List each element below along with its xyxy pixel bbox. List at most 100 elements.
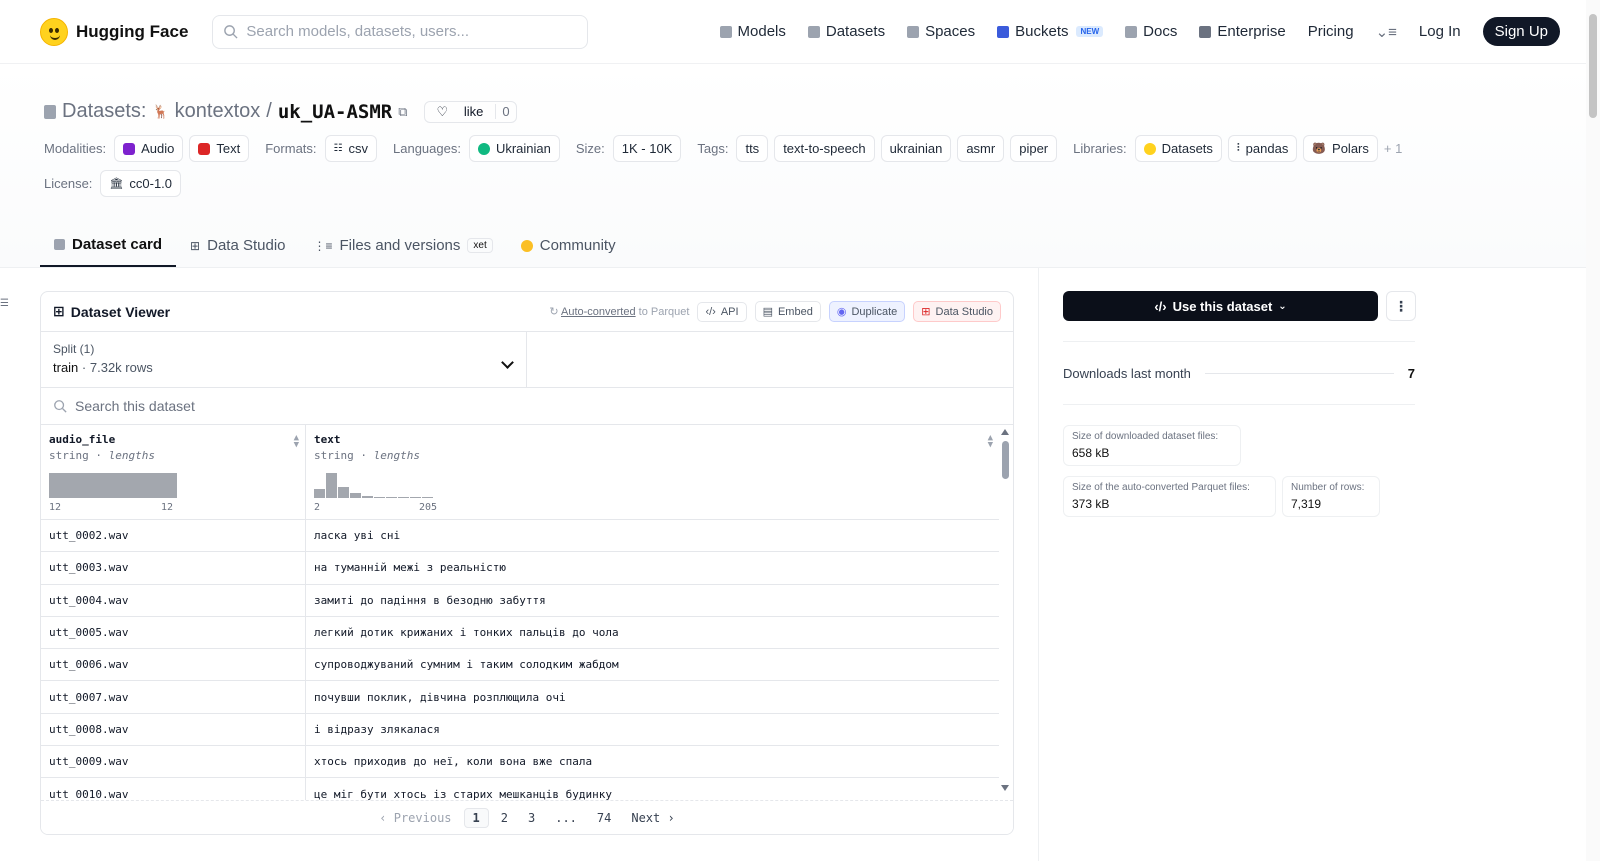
next-page-button[interactable]: Next › bbox=[623, 809, 682, 827]
histogram-bar[interactable] bbox=[398, 497, 409, 498]
license-chip[interactable]: 🏛 cc0-1.0 bbox=[100, 170, 182, 197]
cell-text[interactable]: хтось приходив до неї, коли вона вже спа… bbox=[306, 746, 999, 777]
nav-enterprise[interactable]: Enterprise bbox=[1199, 23, 1286, 40]
tag-chip[interactable]: piper bbox=[1010, 135, 1058, 162]
cell-text[interactable]: легкий дотик крижаних і тонких пальців д… bbox=[306, 617, 999, 648]
table-row[interactable]: utt_0008.wav і відразу злякалася bbox=[41, 713, 999, 747]
tab-files-and-versions[interactable]: ⋮≡ Files and versions xet bbox=[300, 226, 507, 267]
split-select[interactable]: Split (1) train · 7.32k rows bbox=[41, 332, 527, 387]
cell-audio-file[interactable]: utt_0009.wav bbox=[41, 746, 306, 778]
library-datasets-chip[interactable]: Datasets bbox=[1134, 135, 1222, 162]
table-scrollbar[interactable] bbox=[1001, 429, 1010, 791]
format-csv-chip[interactable]: ☷ csv bbox=[324, 135, 377, 162]
copy-icon[interactable]: ⧉ bbox=[398, 104, 407, 120]
table-row[interactable]: utt_0007.wav почувши поклик, дівчина розп… bbox=[41, 681, 999, 714]
library-pandas-chip[interactable]: ⫶ pandas bbox=[1227, 135, 1298, 162]
page-1-button[interactable]: 1 bbox=[463, 807, 489, 828]
table-row[interactable]: utt_0003.wav на туманній межі з реальніст… bbox=[41, 552, 999, 585]
more-menu-icon[interactable]: ⌄≡ bbox=[1376, 23, 1397, 41]
datasets-icon bbox=[807, 25, 820, 38]
nav-spaces[interactable]: Spaces bbox=[907, 23, 975, 40]
histogram-bar[interactable] bbox=[314, 489, 325, 498]
page-scroll-thumb[interactable] bbox=[1589, 14, 1597, 118]
previous-page-button[interactable]: ‹ Previous bbox=[371, 809, 459, 827]
column-text[interactable]: text string · lengths ▲ ▼ 2 205 bbox=[306, 425, 999, 519]
datasets-prefix[interactable]: Datasets: bbox=[62, 100, 146, 123]
cell-audio-file[interactable]: utt_0003.wav bbox=[41, 552, 306, 584]
table-row[interactable]: utt_0005.wav легкий дотик крижаних і тонк… bbox=[41, 616, 999, 650]
histogram-bar[interactable] bbox=[326, 473, 337, 498]
split-label: Split (1) bbox=[53, 342, 95, 356]
cell-text[interactable]: на туманній межі з реальністю bbox=[306, 552, 999, 583]
page-scrollbar[interactable] bbox=[1586, 0, 1600, 861]
histogram-bar[interactable] bbox=[374, 497, 385, 498]
nav-buckets[interactable]: Buckets NEW bbox=[997, 23, 1104, 40]
api-button[interactable]: ‹/› API bbox=[697, 301, 747, 322]
scroll-thumb[interactable] bbox=[1002, 441, 1009, 479]
sort-icon[interactable]: ▲ ▼ bbox=[988, 434, 993, 450]
signup-button[interactable]: Sign Up bbox=[1482, 17, 1560, 46]
histogram-bar[interactable] bbox=[362, 496, 373, 498]
embed-button[interactable]: ▤ Embed bbox=[754, 301, 821, 322]
brand-logo[interactable]: Hugging Face bbox=[40, 17, 188, 46]
histogram-bar[interactable] bbox=[410, 497, 421, 498]
auto-converted-link[interactable]: ↻ Auto-converted to Parquet bbox=[549, 305, 689, 318]
cell-text[interactable]: супроводжуваний сумним і таким солодким … bbox=[306, 649, 999, 680]
histogram-bar[interactable] bbox=[350, 493, 361, 498]
tag-chip[interactable]: text-to-speech bbox=[774, 135, 875, 162]
cell-text[interactable]: замиті до падіння в безодню забуття bbox=[306, 585, 999, 616]
table-row[interactable]: utt_0002.wav ласка уві сні bbox=[41, 520, 999, 553]
page-74-button[interactable]: 74 bbox=[589, 809, 619, 827]
histogram-bar[interactable] bbox=[49, 473, 177, 498]
library-polars-chip[interactable]: 🐻 Polars bbox=[1303, 135, 1378, 162]
data-studio-button[interactable]: ⊞ Data Studio bbox=[913, 301, 1001, 322]
cell-audio-file[interactable]: utt_0006.wav bbox=[41, 649, 306, 681]
nav-docs[interactable]: Docs bbox=[1125, 23, 1177, 40]
modality-audio-chip[interactable]: Audio bbox=[114, 135, 184, 162]
toc-toggle-icon[interactable]: ☰ bbox=[0, 298, 9, 309]
size-chip[interactable]: 1K - 10K bbox=[612, 135, 682, 162]
dataset-name[interactable]: uk_UA-ASMR bbox=[278, 101, 392, 123]
page-2-button[interactable]: 2 bbox=[493, 809, 516, 827]
table-row[interactable]: utt_0009.wav хтось приходив до неї, коли … bbox=[41, 746, 999, 779]
sort-icon[interactable]: ▲ ▼ bbox=[294, 434, 299, 450]
tag-chip[interactable]: tts bbox=[736, 135, 769, 162]
tab-dataset-card[interactable]: Dataset card bbox=[40, 226, 177, 267]
cell-audio-file[interactable]: utt_0005.wav bbox=[41, 616, 306, 649]
cell-text[interactable]: почувши поклик, дівчина розплющила очі bbox=[306, 681, 999, 712]
histogram-bar[interactable] bbox=[386, 497, 397, 498]
cell-text[interactable]: ласка уві сні bbox=[306, 520, 999, 551]
histogram-bar[interactable] bbox=[338, 487, 349, 498]
tab-community[interactable]: Community bbox=[507, 226, 630, 267]
tag-chip[interactable]: ukrainian bbox=[880, 135, 952, 162]
nav-datasets[interactable]: Datasets bbox=[807, 23, 885, 40]
cell-audio-file[interactable]: utt_0008.wav bbox=[41, 713, 306, 746]
audio-icon bbox=[123, 142, 136, 155]
cell-audio-file[interactable]: utt_0002.wav bbox=[41, 520, 306, 552]
tag-chip[interactable]: asmr bbox=[957, 135, 1005, 162]
scroll-down-icon[interactable] bbox=[1001, 785, 1009, 791]
owner-link[interactable]: kontextox bbox=[175, 100, 261, 123]
use-this-dataset-button[interactable]: ‹/› Use this dataset ⌄ bbox=[1063, 291, 1378, 321]
login-link[interactable]: Log In bbox=[1419, 23, 1461, 40]
duplicate-button[interactable]: ◉ Duplicate bbox=[828, 301, 906, 322]
like-button[interactable]: ♡ like 0 bbox=[423, 100, 517, 123]
modality-text-chip[interactable]: Text bbox=[189, 135, 250, 162]
nav-pricing[interactable]: Pricing bbox=[1308, 23, 1354, 40]
scroll-up-icon[interactable] bbox=[1001, 429, 1009, 435]
table-row[interactable]: utt_0004.wav замиті до падіння в безодню … bbox=[41, 584, 999, 617]
dataset-search-input[interactable]: Search this dataset bbox=[41, 388, 1013, 425]
cell-audio-file[interactable]: utt_0004.wav bbox=[41, 584, 306, 616]
tab-data-studio[interactable]: ⊞ Data Studio bbox=[176, 226, 299, 267]
language-ukrainian-chip[interactable]: Ukrainian bbox=[468, 135, 560, 162]
cell-text[interactable]: і відразу злякалася bbox=[306, 714, 999, 745]
histogram-bar[interactable] bbox=[422, 497, 433, 498]
nav-models[interactable]: Models bbox=[719, 23, 786, 40]
column-audio-file[interactable]: audio_file string · lengths ▲ ▼ 12 12 bbox=[41, 425, 306, 519]
global-search-input[interactable]: Search models, datasets, users... bbox=[212, 14, 589, 49]
cell-audio-file[interactable]: utt_0007.wav bbox=[41, 681, 306, 713]
page-3-button[interactable]: 3 bbox=[520, 809, 543, 827]
more-options-icon[interactable]: ⋮ bbox=[1386, 291, 1416, 321]
table-row[interactable]: utt_0006.wav супроводжуваний сумним і так… bbox=[41, 649, 999, 682]
libraries-more[interactable]: + 1 bbox=[1384, 141, 1402, 156]
